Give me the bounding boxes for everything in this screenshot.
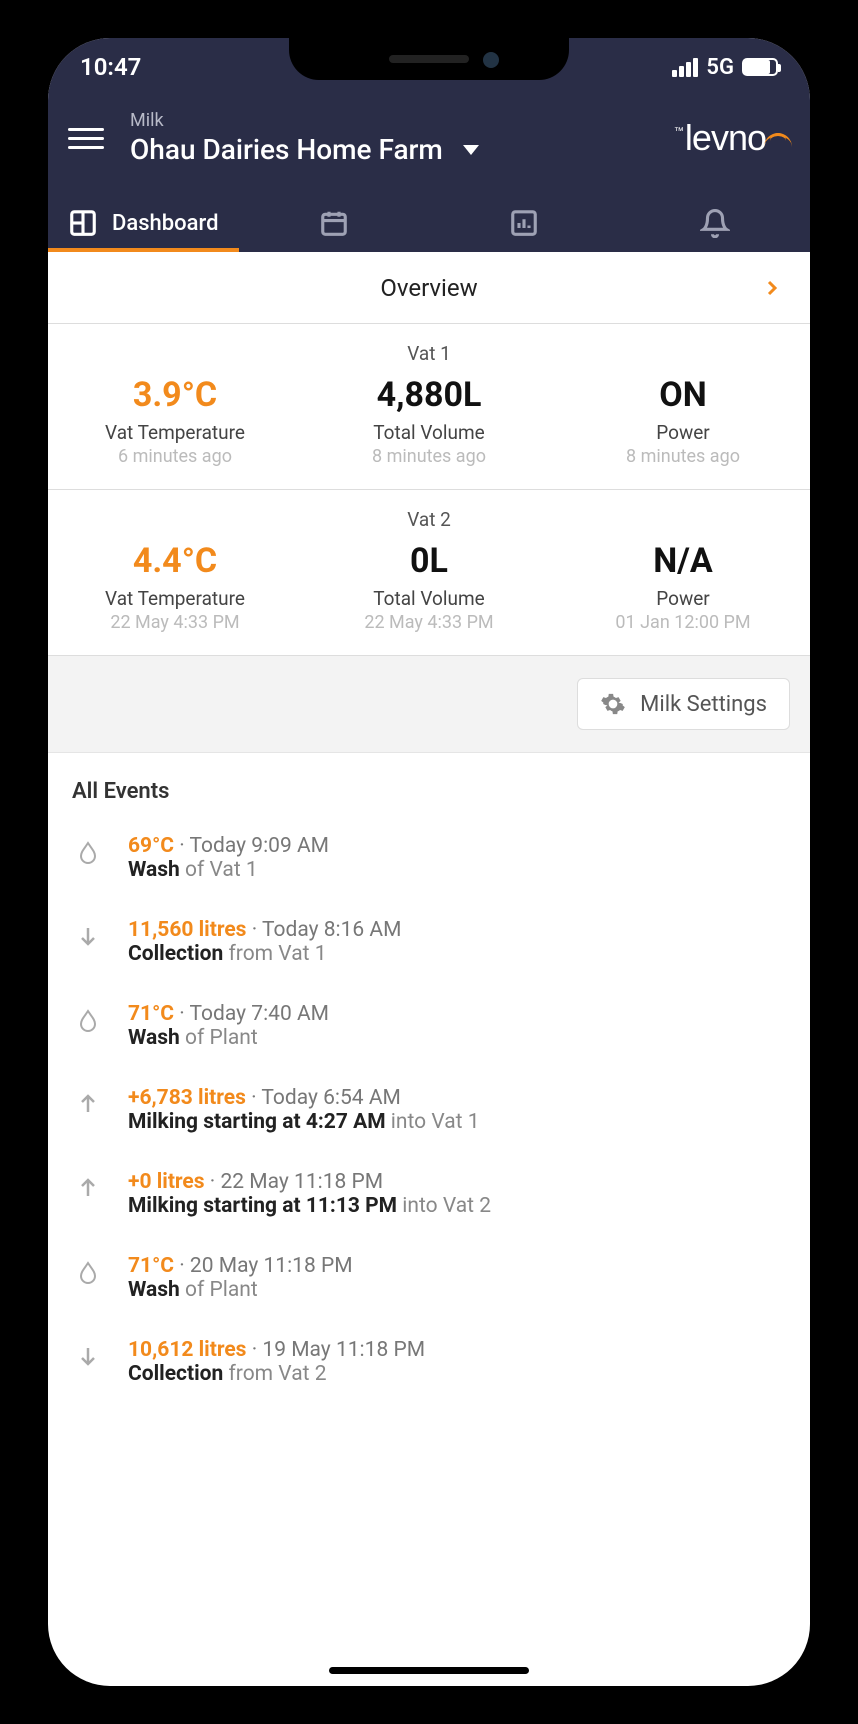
event-detail: Milking starting at 11:13 PM into Vat 2 [128, 1194, 786, 1218]
vat-name: Vat 1 [48, 342, 810, 365]
event-detail: Collection from Vat 2 [128, 1362, 786, 1386]
chevron-right-icon [760, 276, 784, 300]
event-item[interactable]: 10,612 litres · 19 May 11:18 PM Collecti… [72, 1338, 786, 1386]
event-detail: Milking starting at 4:27 AM into Vat 1 [128, 1110, 786, 1134]
event-item[interactable]: +0 litres · 22 May 11:18 PM Milking star… [72, 1170, 786, 1218]
tab-bar: Dashboard [48, 176, 810, 252]
vat-temp-value: 3.9°C [48, 375, 302, 415]
signal-icon [672, 58, 698, 77]
farm-category: Milk [130, 110, 676, 131]
event-item[interactable]: 69°C · Today 9:09 AM Wash of Vat 1 [72, 834, 786, 882]
event-body: 10,612 litres · 19 May 11:18 PM Collecti… [128, 1338, 786, 1386]
chevron-down-icon [463, 145, 479, 155]
vat-temperature: 3.9°C Vat Temperature 6 minutes ago [48, 375, 302, 467]
tab-alerts[interactable] [620, 194, 811, 252]
event-summary: 11,560 litres · Today 8:16 AM [128, 918, 786, 942]
event-item[interactable]: +6,783 litres · Today 6:54 AM Milking st… [72, 1086, 786, 1134]
farm-selector[interactable]: Milk Ohau Dairies Home Farm [130, 110, 676, 166]
vat-vol-value: 0L [302, 541, 556, 581]
vat-temp-label: Vat Temperature [48, 587, 302, 610]
vat-temp-time: 6 minutes ago [48, 446, 302, 467]
farm-name: Ohau Dairies Home Farm [130, 133, 443, 166]
vat-power: N/A Power 01 Jan 12:00 PM [556, 541, 810, 633]
event-summary: 71°C · 20 May 11:18 PM [128, 1254, 786, 1278]
event-body: +6,783 litres · Today 6:54 AM Milking st… [128, 1086, 786, 1134]
vat-power-label: Power [556, 587, 810, 610]
milk-settings-button[interactable]: Milk Settings [577, 678, 790, 730]
event-item[interactable]: 11,560 litres · Today 8:16 AM Collection… [72, 918, 786, 966]
vat-temp-value: 4.4°C [48, 541, 302, 581]
drop-icon [72, 834, 104, 866]
drop-icon [72, 1002, 104, 1034]
event-summary: 71°C · Today 7:40 AM [128, 1002, 786, 1026]
arrow-up-icon [72, 1086, 104, 1118]
tab-dashboard[interactable]: Dashboard [48, 194, 239, 252]
event-detail: Wash of Vat 1 [128, 858, 786, 882]
arrow-down-icon [72, 1338, 104, 1370]
milk-settings-label: Milk Settings [640, 692, 767, 717]
calendar-icon [319, 208, 349, 238]
vat-vol-label: Total Volume [302, 587, 556, 610]
bell-icon [700, 208, 730, 238]
event-summary: +6,783 litres · Today 6:54 AM [128, 1086, 786, 1110]
vat-card[interactable]: Vat 1 3.9°C Vat Temperature 6 minutes ag… [48, 324, 810, 490]
menu-icon[interactable] [68, 128, 104, 149]
vat-volume: 4,880L Total Volume 8 minutes ago [302, 375, 556, 467]
vat-power-time: 01 Jan 12:00 PM [556, 612, 810, 633]
event-item[interactable]: 71°C · Today 7:40 AM Wash of Plant [72, 1002, 786, 1050]
brand-logo: ™levno [676, 117, 790, 159]
drop-icon [72, 1254, 104, 1286]
vat-vol-time: 8 minutes ago [302, 446, 556, 467]
event-detail: Wash of Plant [128, 1026, 786, 1050]
event-summary: 10,612 litres · 19 May 11:18 PM [128, 1338, 786, 1362]
event-detail: Collection from Vat 1 [128, 942, 786, 966]
home-indicator[interactable] [329, 1667, 529, 1674]
dashboard-icon [68, 208, 98, 238]
vat-power-time: 8 minutes ago [556, 446, 810, 467]
vat-power-label: Power [556, 421, 810, 444]
overview-button[interactable]: Overview [48, 252, 810, 324]
app-header: Milk Ohau Dairies Home Farm ™levno [48, 96, 810, 176]
tab-calendar[interactable] [239, 194, 430, 252]
battery-icon [742, 58, 778, 76]
vat-vol-value: 4,880L [302, 375, 556, 415]
overview-label: Overview [380, 274, 477, 302]
vat-name: Vat 2 [48, 508, 810, 531]
event-body: 71°C · 20 May 11:18 PM Wash of Plant [128, 1254, 786, 1302]
tab-dashboard-label: Dashboard [112, 211, 218, 236]
vat-power: ON Power 8 minutes ago [556, 375, 810, 467]
vat-volume: 0L Total Volume 22 May 4:33 PM [302, 541, 556, 633]
event-summary: +0 litres · 22 May 11:18 PM [128, 1170, 786, 1194]
events-title: All Events [72, 779, 786, 804]
event-item[interactable]: 71°C · 20 May 11:18 PM Wash of Plant [72, 1254, 786, 1302]
event-summary: 69°C · Today 9:09 AM [128, 834, 786, 858]
vat-card[interactable]: Vat 2 4.4°C Vat Temperature 22 May 4:33 … [48, 490, 810, 656]
arrow-up-icon [72, 1170, 104, 1202]
vat-power-value: ON [556, 375, 810, 415]
vat-vol-time: 22 May 4:33 PM [302, 612, 556, 633]
gear-icon [600, 691, 626, 717]
chart-icon [509, 208, 539, 238]
vat-vol-label: Total Volume [302, 421, 556, 444]
settings-bar: Milk Settings [48, 656, 810, 753]
network-label: 5G [706, 55, 734, 80]
vat-power-value: N/A [556, 541, 810, 581]
event-body: +0 litres · 22 May 11:18 PM Milking star… [128, 1170, 786, 1218]
event-body: 11,560 litres · Today 8:16 AM Collection… [128, 918, 786, 966]
vat-temp-time: 22 May 4:33 PM [48, 612, 302, 633]
tab-analytics[interactable] [429, 194, 620, 252]
event-detail: Wash of Plant [128, 1278, 786, 1302]
event-body: 69°C · Today 9:09 AM Wash of Vat 1 [128, 834, 786, 882]
event-body: 71°C · Today 7:40 AM Wash of Plant [128, 1002, 786, 1050]
vat-temp-label: Vat Temperature [48, 421, 302, 444]
arrow-down-icon [72, 918, 104, 950]
vat-temperature: 4.4°C Vat Temperature 22 May 4:33 PM [48, 541, 302, 633]
events-section: All Events 69°C · Today 9:09 AM Wash of … [48, 753, 810, 1386]
status-time: 10:47 [80, 53, 141, 81]
